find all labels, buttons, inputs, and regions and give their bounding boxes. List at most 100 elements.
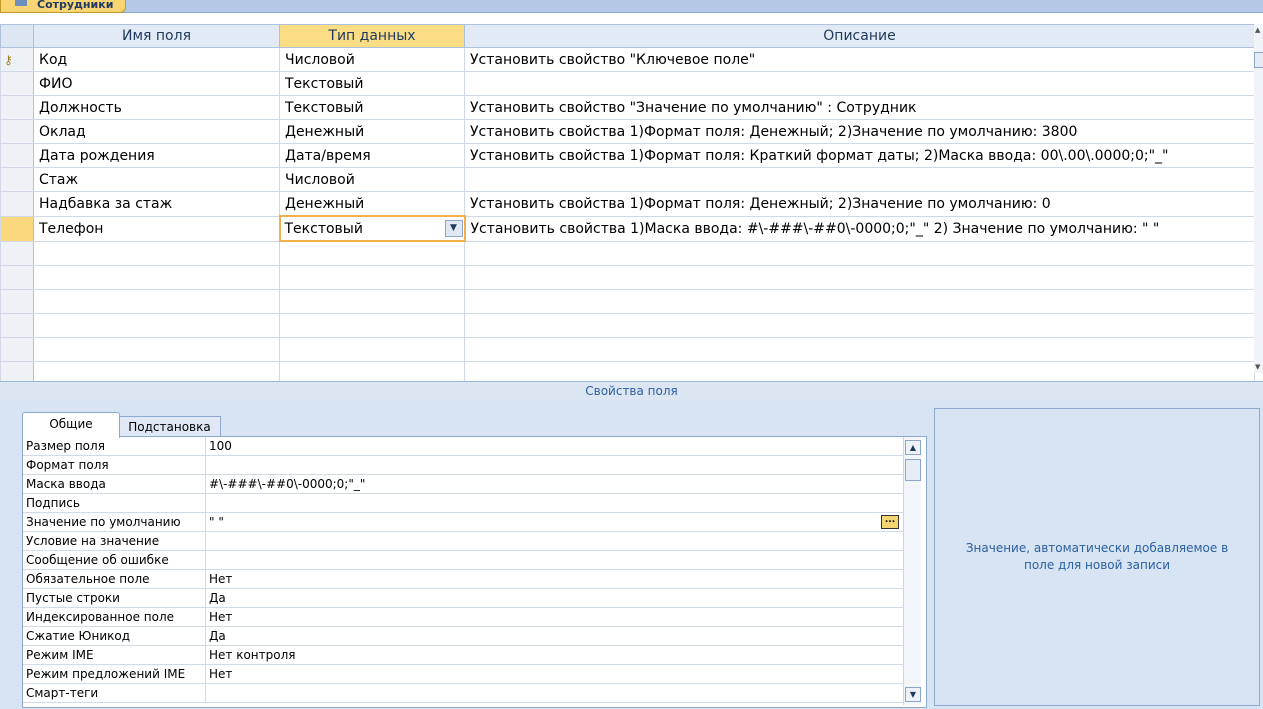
property-row[interactable]: Условие на значение bbox=[23, 531, 903, 551]
empty-cell[interactable] bbox=[464, 265, 1255, 290]
data-type-cell[interactable]: Денежный bbox=[279, 191, 465, 217]
empty-cell[interactable] bbox=[279, 265, 465, 290]
header-data-type[interactable]: Тип данных bbox=[279, 24, 465, 48]
empty-cell[interactable] bbox=[33, 265, 280, 290]
empty-row[interactable] bbox=[0, 289, 1255, 314]
property-row[interactable]: Подпись bbox=[23, 493, 903, 513]
row-selector[interactable] bbox=[0, 313, 34, 338]
scroll-down-icon[interactable]: ▼ bbox=[905, 687, 921, 702]
grid-vertical-scrollbar[interactable]: ▲ ▼ bbox=[1254, 24, 1263, 373]
property-value[interactable] bbox=[205, 550, 903, 570]
field-name-cell[interactable]: Оклад bbox=[33, 119, 280, 144]
table-row[interactable]: Дата рождения Дата/время Установить свой… bbox=[0, 143, 1255, 168]
scroll-down-icon[interactable]: ▼ bbox=[1255, 363, 1260, 371]
property-row[interactable]: Режим IME Нет контроля bbox=[23, 645, 903, 665]
field-name-cell[interactable]: Дата рождения bbox=[33, 143, 280, 168]
property-row[interactable]: Индексированное поле Нет bbox=[23, 607, 903, 627]
property-value[interactable]: " " bbox=[209, 515, 224, 529]
property-value[interactable]: Нет bbox=[205, 664, 903, 684]
data-type-cell[interactable]: Числовой bbox=[279, 167, 465, 192]
data-type-combo[interactable]: Текстовый ▼ bbox=[278, 215, 466, 242]
row-selector[interactable] bbox=[0, 143, 34, 168]
row-selector[interactable] bbox=[0, 95, 34, 120]
table-row[interactable]: Должность Текстовый Установить свойство … bbox=[0, 95, 1255, 120]
property-value[interactable]: #\-###\-##0\-0000;0;"_" bbox=[205, 474, 903, 494]
build-ellipsis-button[interactable]: ... bbox=[881, 515, 899, 529]
table-row[interactable]: ФИО Текстовый bbox=[0, 71, 1255, 96]
table-row[interactable]: Оклад Денежный Установить свойства 1)Фор… bbox=[0, 119, 1255, 144]
description-cell[interactable] bbox=[464, 71, 1255, 96]
description-cell[interactable]: Установить свойства 1)Формат поля: Денеж… bbox=[464, 119, 1255, 144]
description-cell[interactable]: Установить свойство "Ключевое поле" bbox=[464, 47, 1255, 72]
row-selector[interactable] bbox=[0, 71, 34, 96]
empty-cell[interactable] bbox=[33, 240, 280, 266]
empty-cell[interactable] bbox=[33, 313, 280, 338]
property-value[interactable] bbox=[205, 493, 903, 513]
row-selector[interactable] bbox=[0, 289, 34, 314]
empty-row[interactable] bbox=[0, 240, 1255, 266]
header-description[interactable]: Описание bbox=[464, 24, 1255, 48]
field-name-cell[interactable]: Должность bbox=[33, 95, 280, 120]
empty-cell[interactable] bbox=[279, 337, 465, 362]
tab-general[interactable]: Общие bbox=[22, 412, 120, 438]
description-cell[interactable]: Установить свойство "Значение по умолчан… bbox=[464, 95, 1255, 120]
table-row[interactable]: Надбавка за стаж Денежный Установить сво… bbox=[0, 191, 1255, 217]
property-value[interactable]: Нет bbox=[205, 569, 903, 589]
row-selector[interactable] bbox=[0, 240, 34, 266]
property-value[interactable]: Нет контроля bbox=[205, 645, 903, 665]
data-type-cell[interactable]: Текстовый bbox=[279, 95, 465, 120]
description-cell[interactable]: Установить свойства 1)Формат поля: Кратк… bbox=[464, 143, 1255, 168]
table-row-active[interactable]: Телефон Текстовый ▼ Установить свойства 1… bbox=[0, 215, 1255, 242]
empty-cell[interactable] bbox=[33, 337, 280, 362]
property-row[interactable]: Смарт-теги bbox=[23, 683, 903, 703]
property-row[interactable]: Маска ввода #\-###\-##0\-0000;0;"_" bbox=[23, 474, 903, 494]
scroll-thumb[interactable] bbox=[905, 459, 921, 481]
property-row[interactable]: Формат поля bbox=[23, 455, 903, 475]
empty-cell[interactable] bbox=[464, 313, 1255, 338]
table-row[interactable]: ⚷ Код Числовой Установить свойство "Ключ… bbox=[0, 47, 1255, 72]
empty-row[interactable] bbox=[0, 337, 1255, 362]
field-name-cell[interactable]: ФИО bbox=[33, 71, 280, 96]
row-selector[interactable] bbox=[0, 191, 34, 217]
property-row[interactable]: Режим предложений IME Нет bbox=[23, 664, 903, 684]
empty-cell[interactable] bbox=[464, 289, 1255, 314]
property-row-selected[interactable]: Значение по умолчанию " "... bbox=[23, 512, 903, 532]
field-name-cell[interactable]: Код bbox=[33, 47, 280, 72]
data-type-cell[interactable]: Текстовый bbox=[279, 71, 465, 96]
row-selector[interactable] bbox=[0, 119, 34, 144]
scroll-up-icon[interactable]: ▲ bbox=[1255, 26, 1260, 34]
header-field-name[interactable]: Имя поля bbox=[33, 24, 280, 48]
description-cell[interactable]: Установить свойства 1)Формат поля: Денеж… bbox=[464, 191, 1255, 217]
data-type-cell[interactable]: Денежный bbox=[279, 119, 465, 144]
data-type-cell[interactable]: Дата/время bbox=[279, 143, 465, 168]
row-selector[interactable] bbox=[0, 265, 34, 290]
row-selector[interactable]: ⚷ bbox=[0, 47, 34, 72]
properties-scrollbar[interactable]: ▲ ▼ bbox=[903, 437, 921, 705]
empty-row[interactable] bbox=[0, 313, 1255, 338]
table-row[interactable]: Стаж Числовой bbox=[0, 167, 1255, 192]
property-value-cell[interactable]: " "... bbox=[205, 512, 903, 532]
property-value[interactable] bbox=[205, 683, 903, 703]
empty-cell[interactable] bbox=[464, 240, 1255, 266]
property-row[interactable]: Пустые строки Да bbox=[23, 588, 903, 608]
property-value[interactable] bbox=[205, 531, 903, 551]
empty-cell[interactable] bbox=[279, 313, 465, 338]
select-all-corner[interactable] bbox=[0, 24, 34, 48]
field-name-cell[interactable]: Телефон bbox=[33, 215, 280, 242]
property-value[interactable] bbox=[205, 455, 903, 475]
property-row[interactable]: Сжатие Юникод Да bbox=[23, 626, 903, 646]
empty-cell[interactable] bbox=[464, 337, 1255, 362]
data-type-cell[interactable]: Числовой bbox=[279, 47, 465, 72]
field-name-cell[interactable]: Надбавка за стаж bbox=[33, 191, 280, 217]
row-selector[interactable] bbox=[0, 337, 34, 362]
property-value[interactable]: Да bbox=[205, 588, 903, 608]
property-value[interactable]: Нет bbox=[205, 607, 903, 627]
empty-row[interactable] bbox=[0, 265, 1255, 290]
property-row[interactable]: Сообщение об ошибке bbox=[23, 550, 903, 570]
property-row[interactable]: Обязательное поле Нет bbox=[23, 569, 903, 589]
description-cell[interactable] bbox=[464, 167, 1255, 192]
row-selector[interactable] bbox=[0, 215, 34, 242]
tab-lookup[interactable]: Подстановка bbox=[118, 416, 221, 438]
scroll-thumb[interactable] bbox=[1254, 52, 1263, 68]
description-cell[interactable]: Установить свойства 1)Маска ввода: #\-##… bbox=[464, 215, 1255, 242]
